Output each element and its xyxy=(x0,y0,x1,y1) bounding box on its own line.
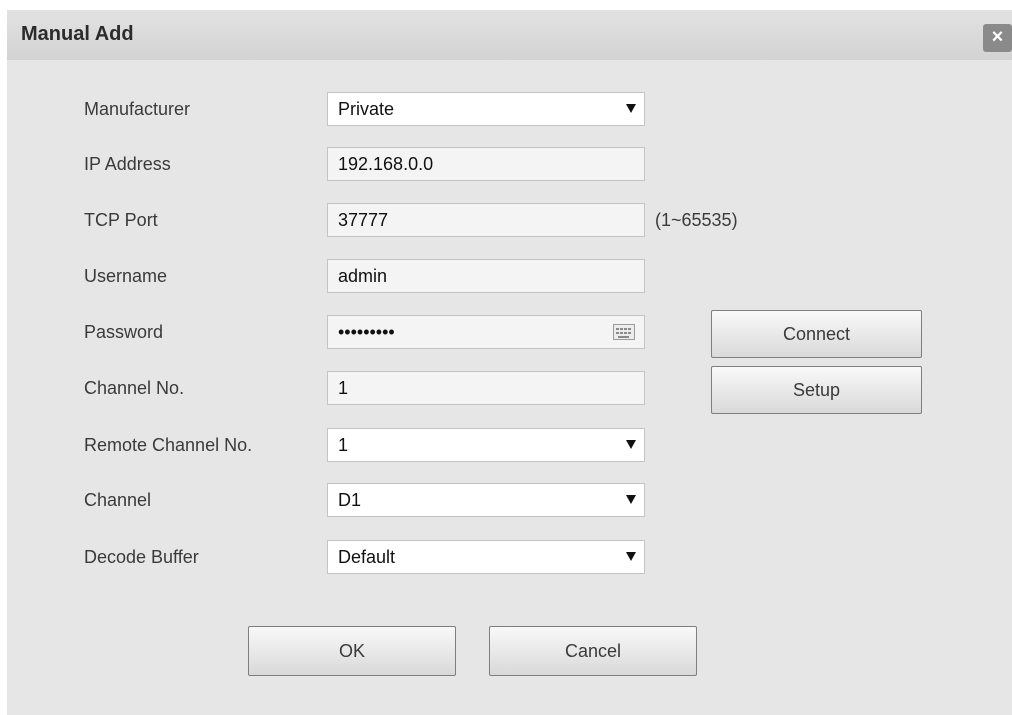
channel-no-label: Channel No. xyxy=(84,378,185,398)
manufacturer-select[interactable]: Private xyxy=(327,92,645,126)
chevron-down-icon xyxy=(626,495,636,504)
manufacturer-value: Private xyxy=(338,99,395,119)
decode-buffer-select[interactable]: Default xyxy=(327,540,645,574)
remote-channel-no-label: Remote Channel No. xyxy=(84,435,253,455)
chevron-down-icon xyxy=(626,104,636,113)
cancel-button[interactable]: Cancel xyxy=(489,626,697,676)
decode-buffer-value: Default xyxy=(338,547,396,567)
password-label: Password xyxy=(84,322,164,342)
ip-address-row: IP Address xyxy=(7,147,1012,183)
remote-channel-no-row: Remote Channel No. 1 xyxy=(7,428,1012,464)
close-icon[interactable]: × xyxy=(983,24,1012,52)
decode-buffer-row: Decode Buffer Default xyxy=(7,540,1012,576)
remote-channel-no-select[interactable]: 1 xyxy=(327,428,645,462)
manufacturer-row: Manufacturer Private xyxy=(7,92,1012,128)
chevron-down-icon xyxy=(626,440,636,449)
dialog-titlebar: Manual Add × xyxy=(7,10,1012,60)
channel-row: Channel D1 xyxy=(7,483,1012,519)
channel-select[interactable]: D1 xyxy=(327,483,645,517)
manual-add-dialog: Manual Add × Manufacturer Private IP Add… xyxy=(7,10,1012,715)
ip-address-field-box xyxy=(327,147,645,181)
username-field-box xyxy=(327,259,645,293)
username-label: Username xyxy=(84,266,168,286)
ip-address-input[interactable] xyxy=(328,148,644,180)
ip-address-label: IP Address xyxy=(84,154,171,174)
tcp-port-label: TCP Port xyxy=(84,210,158,230)
ok-button[interactable]: OK xyxy=(248,626,456,676)
password-input[interactable] xyxy=(328,316,644,348)
tcp-port-row: TCP Port (1~65535) xyxy=(7,203,1012,239)
channel-label: Channel xyxy=(84,490,152,510)
channel-no-input[interactable] xyxy=(328,372,644,404)
channel-value: D1 xyxy=(338,490,362,510)
dialog-title: Manual Add xyxy=(21,23,134,45)
setup-button[interactable]: Setup xyxy=(711,366,922,414)
username-input[interactable] xyxy=(328,260,644,292)
connect-button[interactable]: Connect xyxy=(711,310,922,358)
channel-no-field-box xyxy=(327,371,645,405)
tcp-port-range-hint: (1~65535) xyxy=(655,210,738,230)
manufacturer-label: Manufacturer xyxy=(84,99,191,119)
password-field-box xyxy=(327,315,645,349)
tcp-port-field-box xyxy=(327,203,645,237)
username-row: Username xyxy=(7,259,1012,295)
keyboard-icon[interactable] xyxy=(613,324,635,340)
remote-channel-no-value: 1 xyxy=(338,435,349,455)
decode-buffer-label: Decode Buffer xyxy=(84,547,199,567)
chevron-down-icon xyxy=(626,552,636,561)
tcp-port-input[interactable] xyxy=(328,204,644,236)
